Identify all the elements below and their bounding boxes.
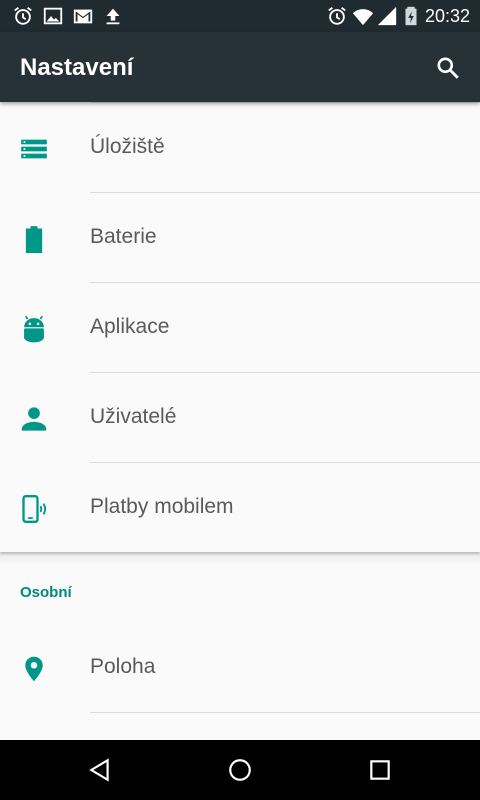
settings-item-label: Úložiště [90,135,165,158]
personal-settings-card: Osobní Poloha [0,562,480,740]
battery-icon [20,225,48,253]
divider [90,712,480,713]
status-time: 20:32 [424,6,470,26]
search-icon [437,57,459,79]
device-settings-card: Úložiště Baterie Aplikace Uživatelé Plat… [0,102,480,552]
settings-item-battery[interactable]: Baterie [0,192,480,282]
signal-icon [376,5,398,27]
settings-item-apps[interactable]: Aplikace [0,282,480,372]
back-icon [89,758,109,782]
home-icon [229,759,251,781]
settings-item-label: Uživatelé [90,405,177,428]
home-button[interactable] [220,750,260,790]
navigation-bar [0,740,480,800]
search-button[interactable] [428,48,468,88]
upload-icon [102,5,124,27]
gmail-icon [72,5,94,27]
settings-item-label: Platby mobilem [90,495,234,518]
recents-button[interactable] [360,750,400,790]
settings-item-tap-pay[interactable]: Platby mobilem [0,462,480,552]
status-bar: 20:32 [0,0,480,32]
android-icon [20,315,48,343]
section-header-personal: Osobní [20,584,72,601]
app-toolbar: Nastavení [0,32,480,102]
settings-item-users[interactable]: Uživatelé [0,372,480,462]
storage-icon [20,135,48,163]
alarm-icon [326,5,348,27]
settings-item-label: Poloha [90,655,156,678]
recents-icon [370,760,390,780]
page-title: Nastavení [20,54,134,81]
tap-pay-icon [20,495,48,523]
person-icon [20,405,48,433]
settings-item-label: Baterie [90,225,157,248]
wifi-icon [352,5,374,27]
back-button[interactable] [80,750,120,790]
alarm-icon [12,5,34,27]
location-icon [20,655,48,683]
settings-item-storage[interactable]: Úložiště [0,102,480,192]
image-icon [42,5,64,27]
settings-item-label: Aplikace [90,315,170,338]
battery-charging-icon [400,5,422,27]
settings-item-location[interactable]: Poloha [0,622,480,712]
